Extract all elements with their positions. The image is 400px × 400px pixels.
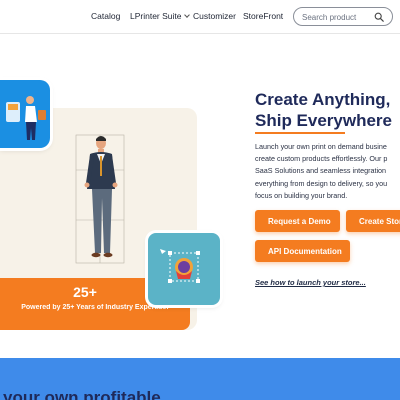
hero-description-line: focus on building your brand. <box>255 190 348 200</box>
title-underline <box>255 132 345 134</box>
chevron-down-icon <box>183 12 190 18</box>
nav-customizer[interactable]: Customizer <box>193 11 236 21</box>
years-stat: 25+ <box>73 284 97 300</box>
product-customization-card <box>148 233 220 305</box>
request-demo-button[interactable]: Request a Demo <box>255 210 340 232</box>
search-input[interactable] <box>302 11 374 23</box>
see-how-link[interactable]: See how to launch your store... <box>255 278 366 287</box>
man-illustration <box>75 134 125 264</box>
designer-illustration-card <box>0 80 50 148</box>
nav-lprinter-suite[interactable]: LPrinter Suite <box>130 11 190 21</box>
nav-storefront[interactable]: StoreFront <box>243 11 283 21</box>
hero-description-line: SaaS Solutions and seamless integration <box>255 166 387 176</box>
nav-catalog[interactable]: Catalog <box>91 11 120 21</box>
section-heading: your own profitable <box>3 388 161 400</box>
customization-illustration <box>160 249 200 283</box>
hero-title-line2: Ship Everywhere <box>255 111 393 130</box>
years-caption: Powered by 25+ Years of Industry Experti… <box>21 304 169 311</box>
api-documentation-button[interactable]: API Documentation <box>255 240 350 262</box>
search-box <box>293 7 393 26</box>
nav-lprinter-suite-label: LPrinter Suite <box>130 11 182 21</box>
create-store-button[interactable]: Create Stor <box>346 210 400 232</box>
hero-description-line: Launch your own print on demand busine <box>255 142 387 151</box>
hero-description-line: create custom products effortlessly. Our… <box>255 154 388 164</box>
hero-description-line: everything from design to delivery, so y… <box>255 178 388 188</box>
hero-title-line1: Create Anything, <box>255 90 391 109</box>
hero-description: Launch your own print on demand busine c… <box>255 141 400 202</box>
search-icon[interactable] <box>374 12 384 22</box>
designer-illustration <box>6 96 46 140</box>
site-header: Catalog LPrinter Suite Customizer StoreF… <box>0 0 400 34</box>
